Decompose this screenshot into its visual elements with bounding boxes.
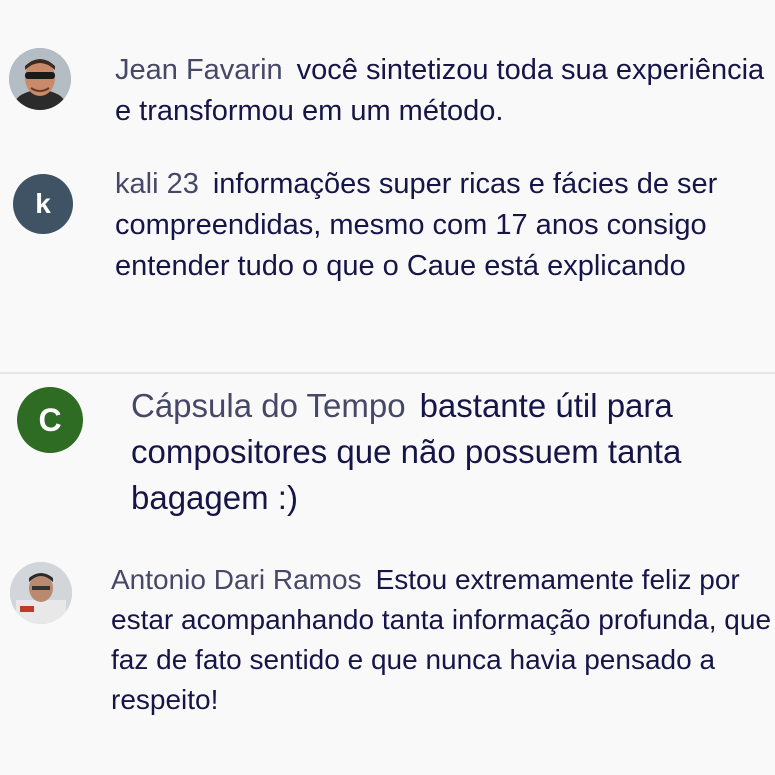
user-photo-icon [10, 562, 72, 624]
avatar[interactable]: k [13, 174, 73, 234]
comment-text-block: Cápsula do Tempo bastante útil para compo… [131, 383, 771, 521]
comment-body: informações super ricas e fácies de ser … [115, 168, 718, 282]
comment-text-block: Antonio Dari Ramos Estou extremamente fel… [111, 560, 771, 720]
comment-text-block: kali 23 informações super ricas e fácies … [115, 164, 770, 287]
comment-author[interactable]: Antonio Dari Ramos [111, 564, 362, 595]
avatar[interactable]: C [17, 387, 83, 453]
avatar[interactable] [10, 562, 72, 624]
avatar[interactable] [9, 48, 71, 110]
user-photo-icon [9, 48, 71, 110]
comment-author[interactable]: Jean Favarin [115, 54, 283, 86]
avatar-letter: k [35, 188, 51, 219]
avatar-letter: C [38, 401, 62, 438]
comment-author[interactable]: kali 23 [115, 168, 199, 200]
comment-text-block: Jean Favarin você sintetizou toda sua exp… [115, 50, 765, 132]
comment-author[interactable]: Cápsula do Tempo [131, 387, 406, 424]
